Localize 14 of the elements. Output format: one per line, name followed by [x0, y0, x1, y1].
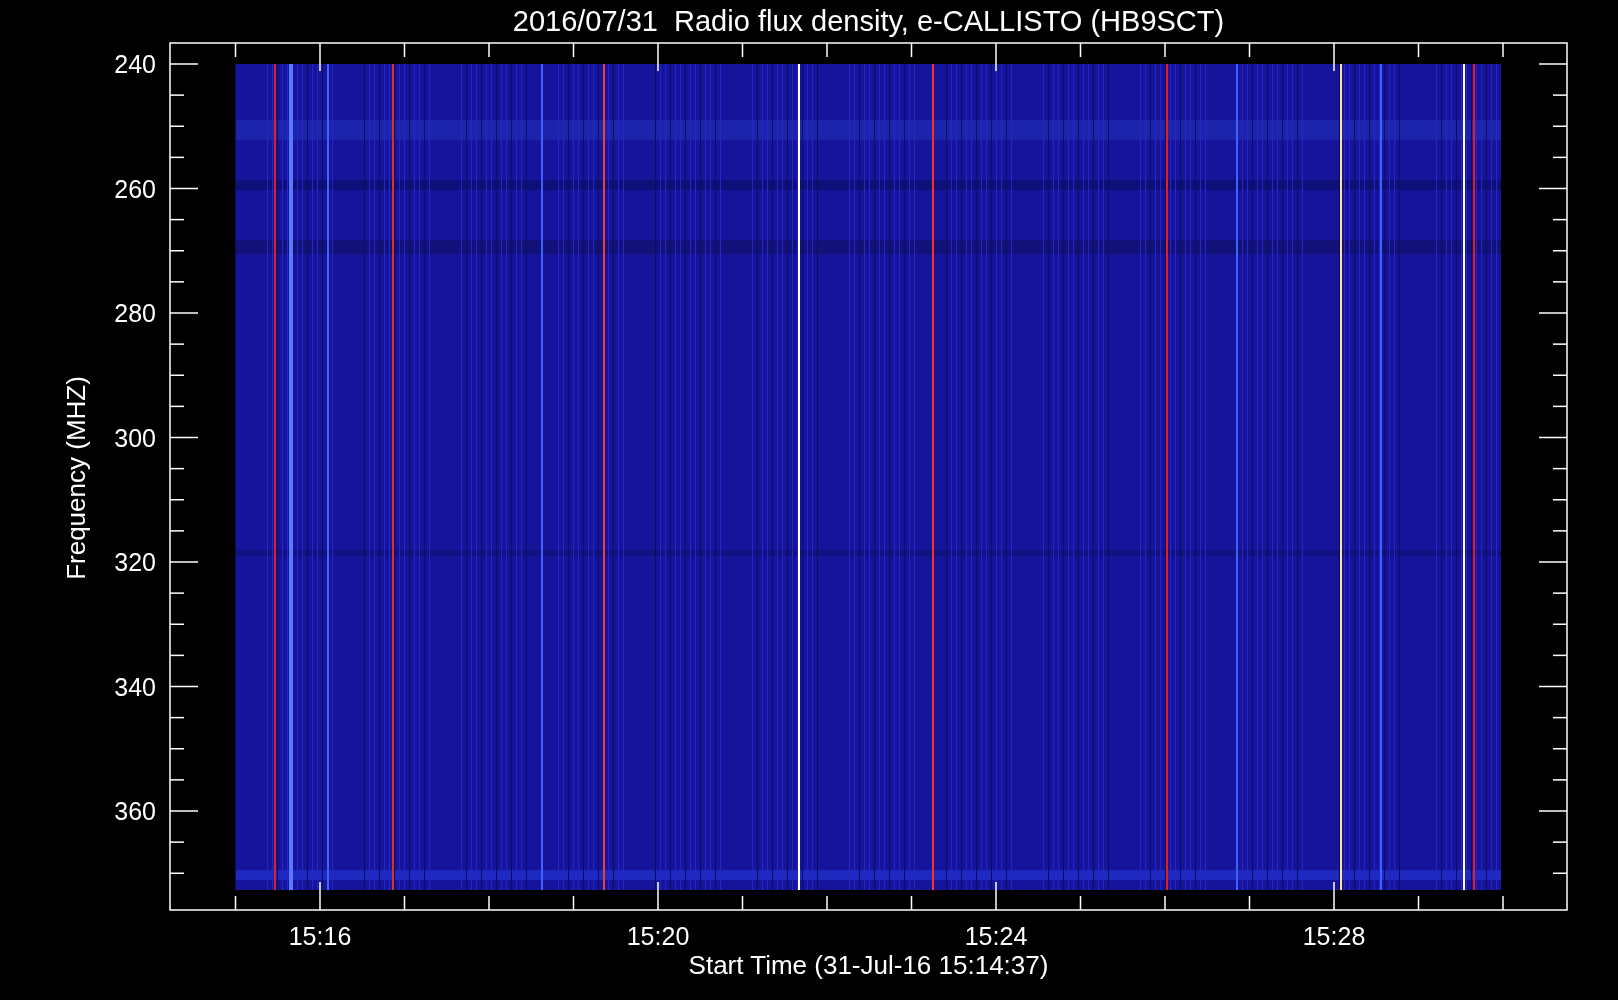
x-tick-label: 15:28: [1302, 922, 1366, 950]
x-tick-label: 15:16: [288, 922, 352, 950]
y-tick-label: 280: [114, 299, 156, 327]
y-tick-label: 360: [114, 797, 156, 825]
y-tick-label: 320: [114, 548, 156, 576]
y-tick-label: 300: [114, 423, 156, 452]
x-axis-label: Start Time (31-Jul-16 15:14:37): [688, 950, 1049, 980]
y-axis-label: Frequency (MHZ): [61, 376, 91, 580]
y-tick-label: 240: [114, 50, 156, 78]
x-tick-label: 15:24: [964, 922, 1028, 950]
y-tick-label: 260: [114, 174, 156, 203]
x-tick-label: 15:20: [626, 922, 690, 950]
y-tick-label: 340: [114, 672, 156, 701]
chart-title: 2016/07/31 Radio flux density, e-CALLISTO (HB9SCT): [512, 5, 1225, 37]
